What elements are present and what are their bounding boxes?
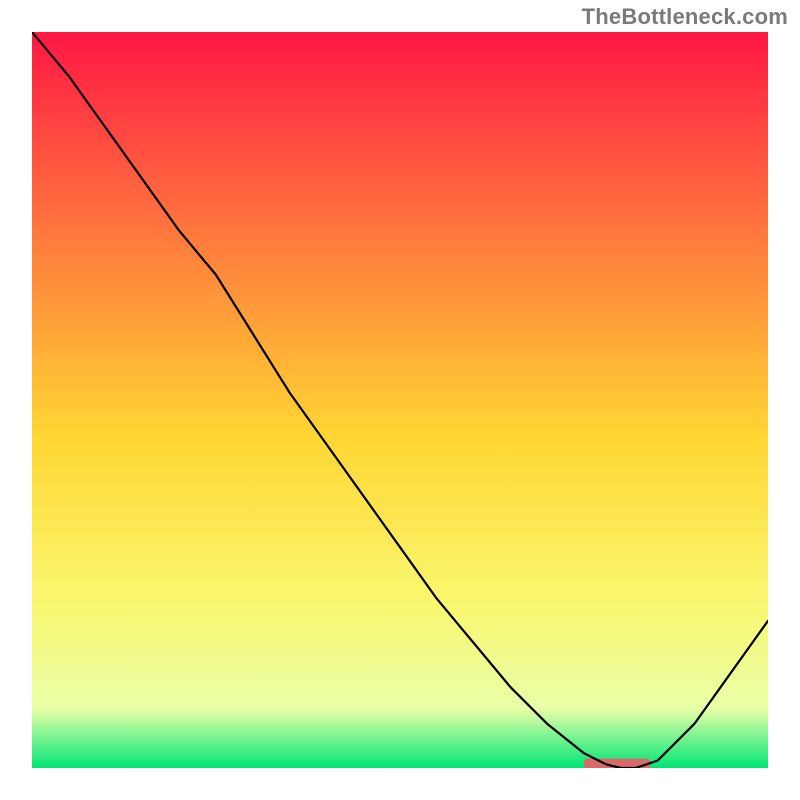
watermark-text: TheBottleneck.com: [582, 4, 788, 30]
plot-svg: [32, 32, 768, 768]
chart-stage: TheBottleneck.com: [0, 0, 800, 800]
plot-area: [32, 32, 768, 768]
gradient-background: [32, 32, 768, 768]
